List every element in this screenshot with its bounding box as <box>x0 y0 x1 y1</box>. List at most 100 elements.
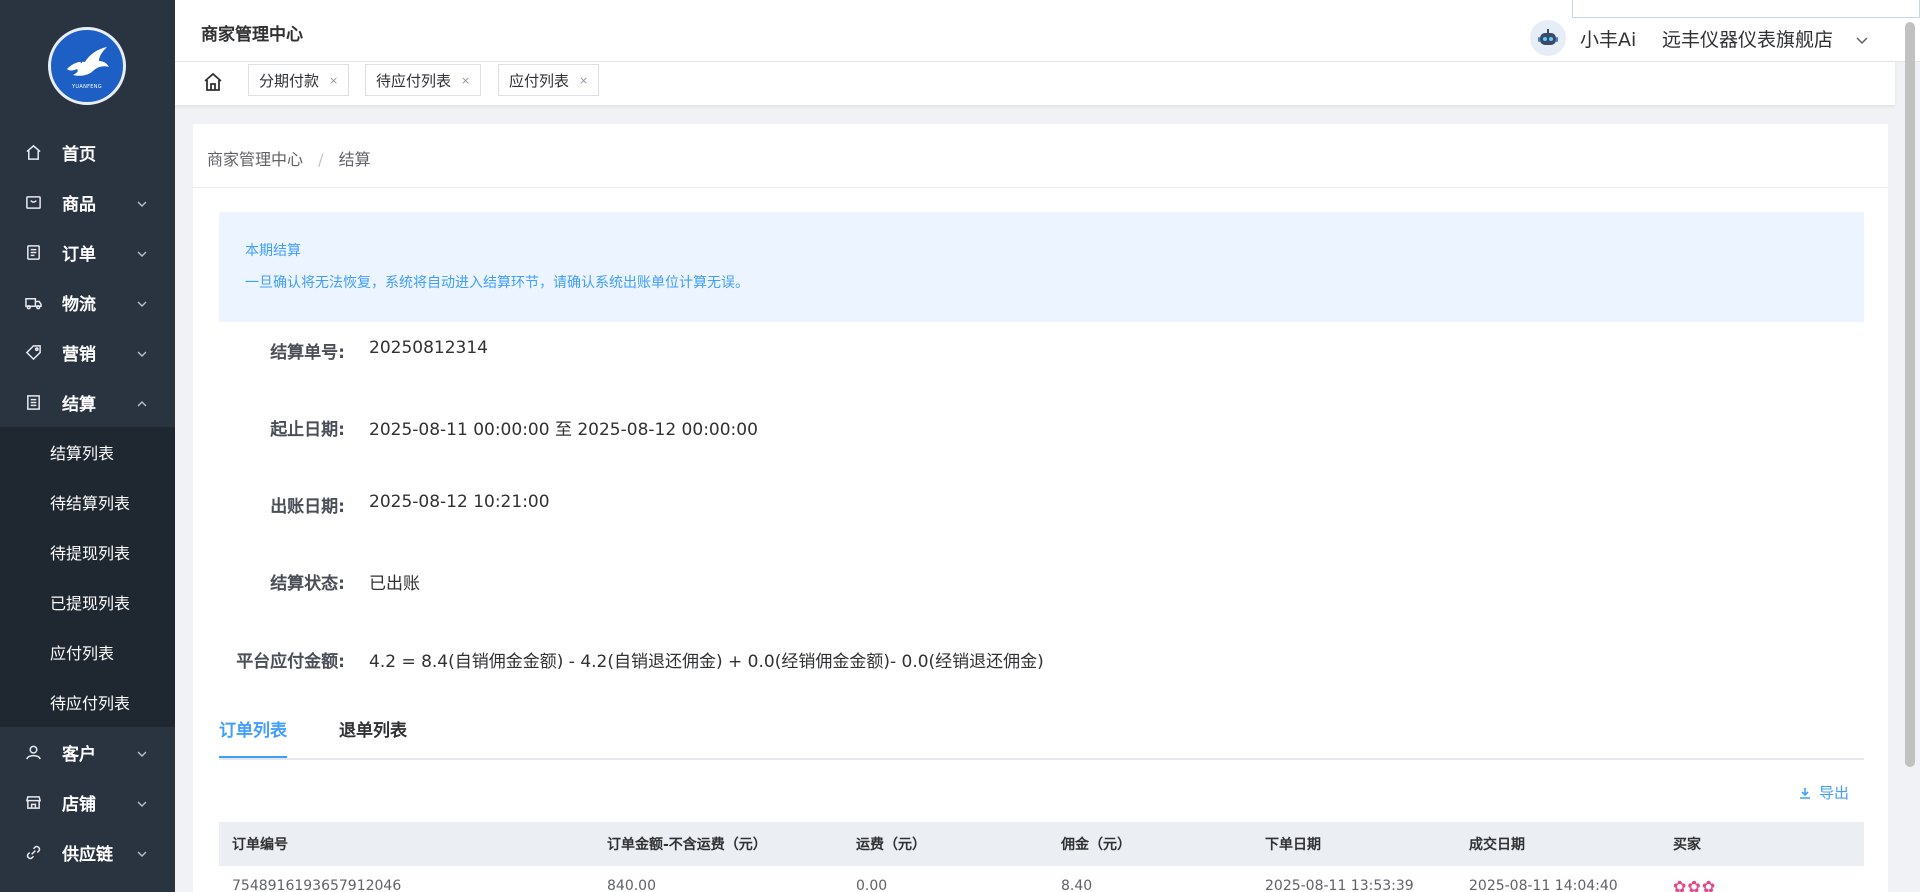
table-cell: 2025-08-11 13:53:39 <box>1265 878 1414 892</box>
sidebar-item-label: 首页 <box>62 144 96 165</box>
tab-label: 应付列表 <box>509 71 570 90</box>
chevron-down-icon <box>136 745 148 757</box>
sidebar: YUANFENG 首页 商品 订单 物流 营销 结算 结算列表 待结算列表 待提… <box>0 0 175 892</box>
period-row: 起止日期: <box>193 415 345 440</box>
alert-title: 本期结算 <box>245 243 301 259</box>
tab-pending-payables[interactable]: 待应付列表 × <box>365 64 482 96</box>
settlement-submenu: 结算列表 待结算列表 待提现列表 已提现列表 应付列表 待应付列表 <box>0 427 175 727</box>
column-header[interactable]: 订单金额-不含运费（元） <box>594 834 843 854</box>
order-icon <box>24 243 42 261</box>
submenu-item-withdrawn[interactable]: 已提现列表 <box>0 577 175 627</box>
tab-installment-payment[interactable]: 分期付款 × <box>248 64 350 96</box>
field-label: 结算单号: <box>270 343 345 363</box>
tab-label: 分期付款 <box>259 71 320 90</box>
table-row[interactable]: 7548916193657912046 840.00 0.00 8.40 202… <box>219 866 1864 892</box>
sidebar-item-label: 物流 <box>62 294 96 315</box>
chevron-down-icon <box>136 795 148 807</box>
buyer-avatar-cell: ✿✿✿ <box>1673 876 1717 892</box>
sidebar-item-marketing[interactable]: 营销 <box>0 327 175 377</box>
submenu-item-pending-settlement[interactable]: 待结算列表 <box>0 477 175 527</box>
table-cell: 840.00 <box>607 878 656 892</box>
settlement-no-value: 20250812314 <box>369 338 488 358</box>
tab-refund-list[interactable]: 退单列表 <box>339 716 407 758</box>
store-selector[interactable]: 远丰仪器仪表旗舰店 <box>1662 25 1833 52</box>
sidebar-item-products[interactable]: 商品 <box>0 177 175 227</box>
sidebar-item-label: 店铺 <box>62 794 96 815</box>
sidebar-item-label: 供应链 <box>62 844 113 865</box>
table-cell: 0.00 <box>856 878 888 892</box>
sidebar-item-label: 商品 <box>62 194 96 215</box>
sidebar-item-supply-chain[interactable]: 供应链 <box>0 827 175 877</box>
info-alert: 本期结算 一旦确认将无法恢复，系统将自动进入结算环节，请确认系统出账单位计算无误… <box>219 212 1864 322</box>
settlement-icon <box>24 393 42 411</box>
chevron-down-icon <box>136 245 148 257</box>
sidebar-item-settlement[interactable]: 结算 <box>0 377 175 427</box>
close-icon[interactable]: × <box>461 74 470 87</box>
chevron-down-icon <box>136 845 148 857</box>
ai-assistant-link[interactable]: 小丰Ai <box>1580 25 1636 52</box>
chevron-up-icon <box>136 395 148 407</box>
brand-logo[interactable]: YUANFENG <box>48 27 126 105</box>
column-header[interactable]: 订单编号 <box>219 834 594 854</box>
bill-date-row: 出账日期: <box>193 492 345 517</box>
chevron-down-icon[interactable] <box>1855 32 1869 46</box>
column-header[interactable]: 佣金（元） <box>1048 834 1252 854</box>
payable-value: 4.2 = 8.4(自销佣金金额) - 4.2(自销退还佣金) + 0.0(经销… <box>369 652 1044 672</box>
submenu-item-pending-payables[interactable]: 待应付列表 <box>0 677 175 727</box>
table-cell: 8.40 <box>1061 878 1093 892</box>
sidebar-item-orders[interactable]: 订单 <box>0 227 175 277</box>
tag-icon <box>24 343 42 361</box>
export-label: 导出 <box>1819 784 1850 802</box>
pegasus-icon <box>67 46 109 76</box>
field-label: 起止日期: <box>270 420 345 440</box>
chevron-down-icon <box>136 295 148 307</box>
close-icon[interactable]: × <box>329 74 338 87</box>
popup-panel-edge <box>1572 0 1920 18</box>
close-icon[interactable]: × <box>579 74 588 87</box>
export-button[interactable]: 导出 <box>1799 782 1849 803</box>
submenu-item-settlement-list[interactable]: 结算列表 <box>0 427 175 477</box>
sidebar-item-customers[interactable]: 客户 <box>0 727 175 777</box>
sidebar-item-logistics[interactable]: 物流 <box>0 277 175 327</box>
status-value: 已出账 <box>369 574 420 594</box>
tab-label: 待应付列表 <box>376 71 452 90</box>
list-tabs: 订单列表 退单列表 <box>219 716 1864 760</box>
field-label: 平台应付金额: <box>236 652 345 672</box>
store-icon <box>24 793 42 811</box>
home-tab[interactable] <box>199 68 227 96</box>
table-cell: 7548916193657912046 <box>232 878 402 892</box>
column-header[interactable]: 下单日期 <box>1252 834 1456 854</box>
submenu-item-payables[interactable]: 应付列表 <box>0 627 175 677</box>
download-icon <box>1800 787 1810 799</box>
sidebar-menu: 首页 商品 订单 物流 营销 结算 结算列表 待结算列表 待提现列表 已提现列表… <box>0 127 175 877</box>
breadcrumb-current: 结算 <box>338 150 371 169</box>
divider <box>193 187 1888 188</box>
tab-strip: 分期付款 × 待应付列表 × 应付列表 × <box>175 62 1895 106</box>
link-icon <box>24 843 42 861</box>
sidebar-item-home[interactable]: 首页 <box>0 127 175 177</box>
home-icon <box>204 72 222 91</box>
sidebar-item-store[interactable]: 店铺 <box>0 777 175 827</box>
breadcrumb-root[interactable]: 商家管理中心 <box>207 150 303 169</box>
field-label: 结算状态: <box>270 574 345 594</box>
tab-payables[interactable]: 应付列表 × <box>498 64 600 96</box>
column-header[interactable]: 买家 <box>1660 834 1864 854</box>
sidebar-item-label: 订单 <box>62 244 96 265</box>
table-header: 订单编号 订单金额-不含运费（元） 运费（元） 佣金（元） 下单日期 成交日期 … <box>219 822 1864 866</box>
column-header[interactable]: 成交日期 <box>1456 834 1660 854</box>
alert-description: 一旦确认将无法恢复，系统将自动进入结算环节，请确认系统出账单位计算无误。 <box>245 275 749 291</box>
column-header[interactable]: 运费（元） <box>843 834 1048 854</box>
table-cell: 2025-08-11 14:04:40 <box>1469 878 1618 892</box>
robot-icon[interactable] <box>1530 20 1566 56</box>
page-header-title: 商家管理中心 <box>201 25 303 45</box>
sidebar-item-label: 结算 <box>62 394 96 415</box>
field-label: 出账日期: <box>270 497 345 517</box>
sidebar-item-label: 客户 <box>62 744 96 765</box>
logo-text: YUANFENG <box>72 83 102 90</box>
submenu-item-pending-withdrawal[interactable]: 待提现列表 <box>0 527 175 577</box>
breadcrumb-separator: / <box>318 150 324 169</box>
page-scrollbar[interactable] <box>1905 22 1915 767</box>
period-value: 2025-08-11 00:00:00 至 2025-08-12 00:00:0… <box>369 420 758 440</box>
settlement-no-row: 结算单号: <box>193 338 345 363</box>
tab-order-list[interactable]: 订单列表 <box>219 716 287 758</box>
